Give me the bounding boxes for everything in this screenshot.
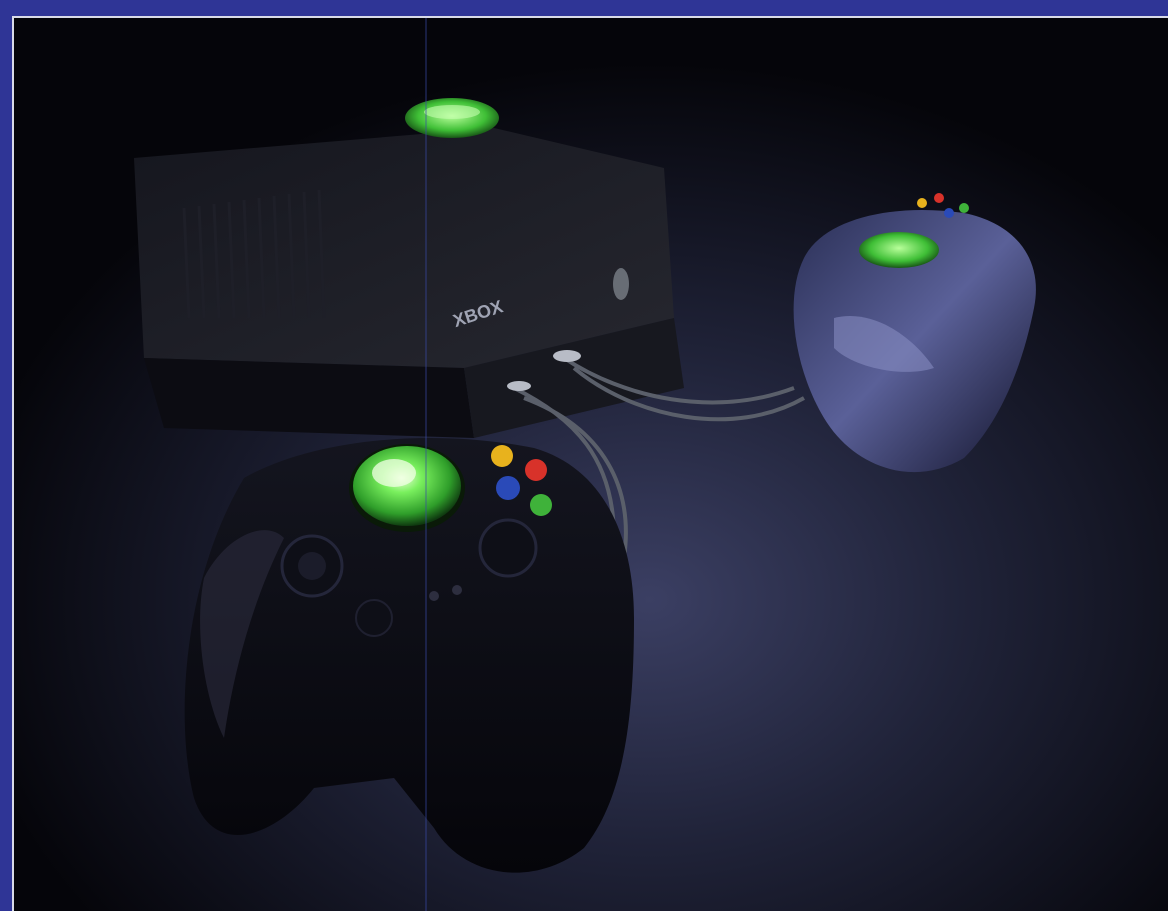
back-button-yellow bbox=[917, 198, 927, 208]
back-button-blue bbox=[944, 208, 954, 218]
right-thumbstick bbox=[478, 518, 538, 578]
face-button-red bbox=[525, 459, 547, 481]
controller-jewel bbox=[353, 446, 461, 526]
face-button-green bbox=[530, 494, 552, 516]
dpad bbox=[355, 599, 393, 637]
back-button-red bbox=[934, 193, 944, 203]
photo-frame: XBOX bbox=[0, 0, 1168, 911]
photo-scene: XBOX bbox=[14, 18, 1168, 911]
face-button-yellow bbox=[491, 445, 513, 467]
back-controller-jewel bbox=[859, 232, 939, 268]
back-button-green bbox=[959, 203, 969, 213]
face-button-blue bbox=[496, 476, 520, 500]
product-photo: XBOX bbox=[12, 16, 1168, 911]
